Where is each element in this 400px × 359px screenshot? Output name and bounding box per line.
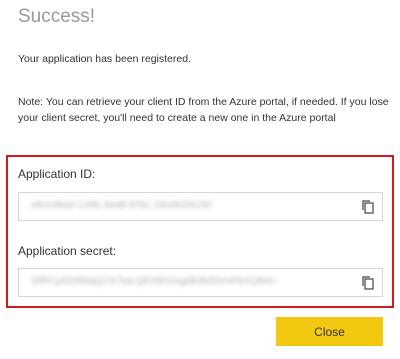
application-secret-label: Application secret:: [18, 244, 117, 258]
copy-icon[interactable]: [360, 199, 376, 215]
application-secret-value[interactable]: GfRCpStz8fdqQ7A7rpLQ5YAhOsgdB4b50rmPbXQM…: [31, 276, 351, 287]
application-id-field[interactable]: e9ccd6a3-1396-4ed8-976c-15ceb1f4150: [18, 192, 383, 221]
copy-icon[interactable]: [360, 275, 376, 291]
dialog-title: Success!: [18, 6, 96, 27]
application-id-value[interactable]: e9ccd6a3-1396-4ed8-976c-15ceb1f4150: [31, 200, 351, 211]
application-id-label: Application ID:: [18, 167, 96, 181]
success-dialog: Success! Your application has been regis…: [0, 0, 400, 359]
application-secret-field[interactable]: GfRCpStz8fdqQ7A7rpLQ5YAhOsgdB4b50rmPbXQM…: [18, 268, 383, 297]
registered-message: Your application has been registered.: [18, 53, 191, 65]
client-secret-note: Note: You can retrieve your client ID fr…: [18, 96, 389, 124]
close-button[interactable]: Close: [276, 317, 383, 346]
